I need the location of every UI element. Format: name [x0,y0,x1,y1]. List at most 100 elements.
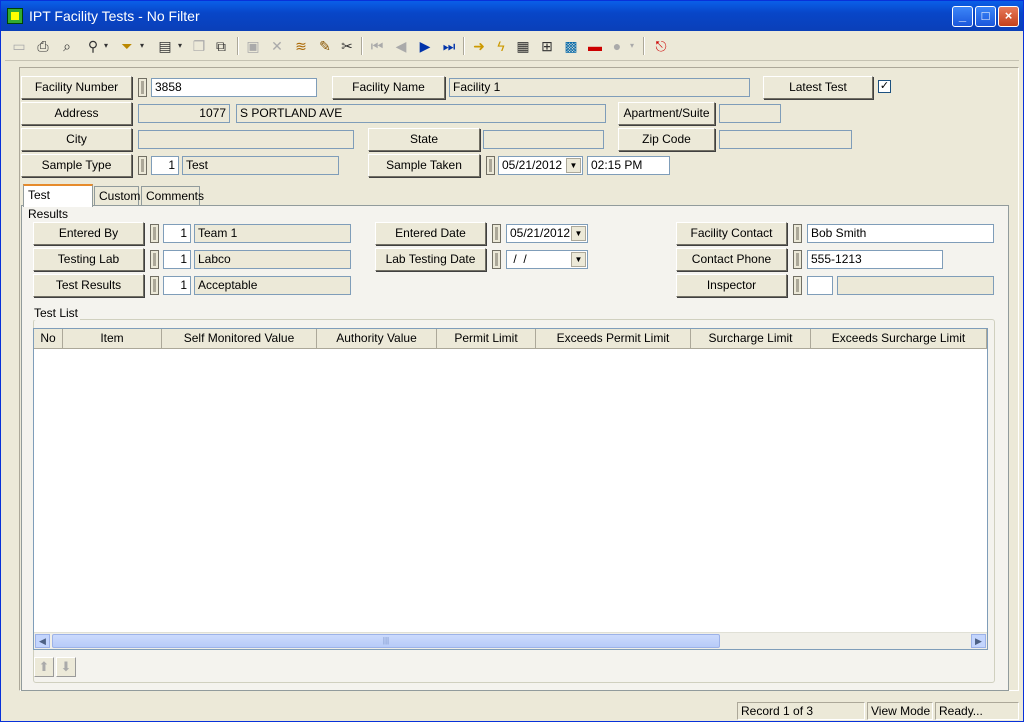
status-text: Ready... [935,702,1019,720]
duplicate-icon[interactable]: ⧉ [211,35,231,57]
column-header-exceeds-permit-limit[interactable]: Exceeds Permit Limit [536,329,691,349]
save-icon[interactable]: ▣ [243,35,263,57]
column-header-surcharge-limit[interactable]: Surcharge Limit [691,329,811,349]
testing-lab-field[interactable]: Labco [194,250,351,269]
state-button[interactable]: State [368,128,480,151]
contact-phone-field[interactable]: 555-1213 [807,250,943,269]
test-results-field[interactable]: Acceptable [194,276,351,295]
print-icon[interactable]: ⎙ [33,35,53,57]
copy-record-icon[interactable]: ❐ [189,35,209,57]
chart-icon[interactable]: ▩ [561,35,581,57]
first-record-icon[interactable]: ⏮ [367,35,387,57]
sample-type-code-field[interactable]: 1 [151,156,179,175]
sample-type-field[interactable]: Test [182,156,339,175]
facility-number-button[interactable]: Facility Number [21,76,132,99]
test-results-code-field[interactable]: 1 [163,276,191,295]
chevron-down-icon[interactable]: ▼ [566,158,581,173]
address-number-field[interactable]: 1077 [138,104,230,123]
report-dropdown-icon[interactable]: ▾ [175,35,185,57]
scrollbar-thumb[interactable]: ||| [52,634,720,648]
column-header-self-monitored-value[interactable]: Self Monitored Value [162,329,317,349]
find-icon[interactable]: ⚲ [83,35,103,57]
testing-lab-code-field[interactable]: 1 [163,250,191,269]
chevron-down-icon[interactable]: ▼ [571,226,586,241]
apartment-suite-button[interactable]: Apartment/Suite [618,102,715,125]
new-record-icon[interactable]: ▭ [9,35,29,57]
tab-custom[interactable]: Custom [94,186,140,206]
maximize-button[interactable]: □ [975,6,996,27]
entered-by-code-field[interactable]: 1 [163,224,191,243]
facility-contact-field[interactable]: Bob Smith [807,224,994,243]
zip-code-button[interactable]: Zip Code [618,128,715,151]
inspector-field[interactable] [837,276,994,295]
column-header-authority-value[interactable]: Authority Value [317,329,437,349]
filter-dropdown-icon[interactable]: ▾ [137,35,147,57]
tree-icon[interactable]: ⊞ [537,35,557,57]
sample-type-button[interactable]: Sample Type [21,154,132,177]
test-results-button[interactable]: Test Results [33,274,144,297]
goto-icon[interactable]: ➜ [469,35,489,57]
delete-icon[interactable]: ✕ [267,35,287,57]
facility-name-field[interactable]: Facility 1 [449,78,750,97]
state-field[interactable] [483,130,604,149]
latest-test-checkbox[interactable]: ✓ [878,80,891,93]
scroll-right-icon[interactable]: ▶ [971,634,986,648]
lab-testing-date-field[interactable]: / / ▼ [506,250,588,269]
sample-taken-time-field[interactable]: 02:15 PM [587,156,670,175]
entered-by-field[interactable]: Team 1 [194,224,351,243]
cut-icon[interactable]: ✂ [337,35,357,57]
next-record-icon[interactable]: ▶ [415,35,435,57]
last-record-icon[interactable]: ⏭ [439,35,459,57]
window-title: IPT Facility Tests - No Filter [29,8,200,24]
column-header-item[interactable]: Item [63,329,162,349]
move-up-icon[interactable]: ⬆ [34,657,54,677]
facility-number-field[interactable]: 3858 [151,78,317,97]
globe-dropdown-icon[interactable]: ▾ [627,35,637,57]
lab-testing-date-button[interactable]: Lab Testing Date [375,248,486,271]
lightning-icon[interactable]: ϟ [491,35,511,57]
city-button[interactable]: City [21,128,132,151]
city-field[interactable] [138,130,354,149]
sample-taken-button[interactable]: Sample Taken [368,154,480,177]
lookup-icon[interactable]: ▦ [513,35,533,57]
address-street-field[interactable]: S PORTLAND AVE [236,104,606,123]
horizontal-scrollbar[interactable]: ◀ ||| ▶ [34,632,987,649]
apartment-suite-field[interactable] [719,104,781,123]
previous-record-icon[interactable]: ◀ [391,35,411,57]
edit-icon[interactable]: ✎ [315,35,335,57]
toolbar: ▭ ⎙ ⌕ ⚲ ▾ ⏷ ▾ ▤ ▾ ❐ ⧉ ▣ ✕ ≋ ✎ ✂ ⏮ ◀ ▶ ⏭ … [5,33,1019,61]
testing-lab-button[interactable]: Testing Lab [33,248,144,271]
chevron-down-icon[interactable]: ▼ [571,252,586,267]
filter-icon[interactable]: ⏷ [117,35,137,57]
globe-icon[interactable]: ● [607,35,627,57]
tab-test-results[interactable]: Test Results [23,184,93,221]
exit-icon[interactable]: ⎋ [651,35,671,57]
tab-comments[interactable]: Comments [141,186,204,206]
find-dropdown-icon[interactable]: ▾ [101,35,111,57]
entered-date-value: 05/21/2012 [510,226,571,240]
column-header-permit-limit[interactable]: Permit Limit [437,329,536,349]
report-icon[interactable]: ▤ [155,35,175,57]
latest-test-button[interactable]: Latest Test [763,76,873,99]
stack-icon[interactable]: ≋ [291,35,311,57]
entered-date-button[interactable]: Entered Date [375,222,486,245]
scroll-left-icon[interactable]: ◀ [35,634,50,648]
column-header-no[interactable]: No [34,329,63,349]
minimize-button[interactable]: _ [952,6,973,27]
entered-by-button[interactable]: Entered By [33,222,144,245]
sample-taken-date-field[interactable]: 05/21/2012 ▼ [498,156,583,175]
facility-contact-button[interactable]: Facility Contact [676,222,787,245]
column-header-exceeds-surcharge-limit[interactable]: Exceeds Surcharge Limit [811,329,987,349]
folder-icon[interactable]: ▬ [585,35,605,57]
test-list-grid[interactable]: No Item Self Monitored Value Authority V… [33,328,988,650]
entered-date-field[interactable]: 05/21/2012 ▼ [506,224,588,243]
print-preview-icon[interactable]: ⌕ [57,35,77,57]
move-down-icon[interactable]: ⬇ [56,657,76,677]
address-button[interactable]: Address [21,102,132,125]
zip-code-field[interactable] [719,130,852,149]
contact-phone-button[interactable]: Contact Phone [676,248,787,271]
inspector-button[interactable]: Inspector [676,274,787,297]
close-button[interactable]: × [998,6,1019,27]
inspector-code-field[interactable] [807,276,833,295]
facility-name-button[interactable]: Facility Name [332,76,445,99]
